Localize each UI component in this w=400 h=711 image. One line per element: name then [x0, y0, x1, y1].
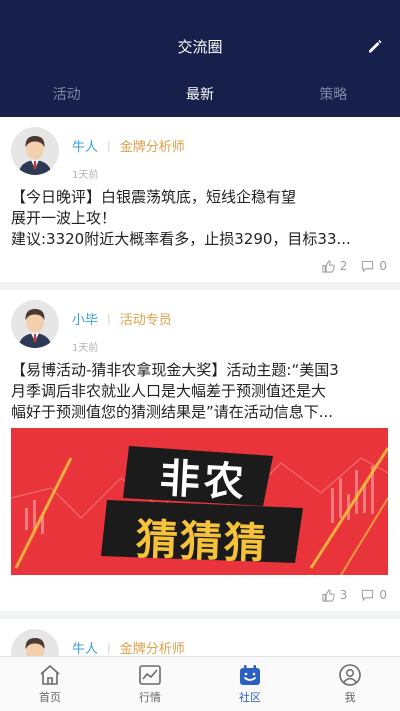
author-name[interactable]: 牛人 [72, 136, 98, 155]
post-text-line: 幅好于预测值您的猜测结果是”请在活动信息下... [11, 403, 334, 421]
promo-banner[interactable]: 非农 猜猜猜 [11, 428, 388, 575]
author-name[interactable]: 小毕 [72, 309, 98, 328]
nav-home[interactable]: 首页 [0, 657, 100, 711]
like-button[interactable]: 3 [322, 588, 348, 602]
comment-icon [362, 260, 374, 272]
post-header: 牛人 | 金牌分析师 1天前 [11, 125, 389, 187]
post-time: 1天前 [72, 343, 99, 354]
post-card[interactable]: 小毕 | 活动专员 1天前 【易博活动-猜非农拿现金大奖】活动主题:“美国3 月… [0, 290, 400, 619]
tab-strategy[interactable]: 策略 [267, 84, 400, 108]
post-card[interactable]: 牛人 | 金牌分析师 [0, 619, 400, 656]
tab-activity[interactable]: 活动 [0, 84, 133, 108]
comment-icon [362, 589, 374, 601]
tab-latest[interactable]: 最新 [133, 84, 266, 108]
nav-market[interactable]: 行情 [100, 657, 200, 711]
post-text-line: 建议:3320附近大概率看多，止损3290，目标33... [11, 230, 351, 248]
author-role: 金牌分析师 [119, 642, 185, 656]
post-text-line: 展开一波上攻！ [11, 209, 117, 227]
post-card[interactable]: 牛人 | 金牌分析师 1天前 【今日晚评】白银震荡筑底，短线企稳有望 展开一波上… [0, 117, 400, 290]
nav-label: 社区 [239, 690, 261, 704]
thumbs-up-icon [322, 588, 335, 602]
user-icon [339, 663, 361, 686]
post-text-line: 月季调后非农就业人口是大幅差于预测值还是大 [11, 382, 327, 400]
app-header: 交流圈 活动 最新 策略 [0, 0, 400, 117]
divider: | [107, 641, 111, 654]
home-icon [40, 664, 60, 685]
like-button[interactable]: 2 [322, 259, 348, 273]
comment-button[interactable]: 0 [361, 259, 387, 273]
nav-community[interactable]: 社区 [200, 657, 300, 711]
divider: | [107, 312, 111, 325]
post-text-line: 【今日晚评】白银震荡筑底，短线企稳有望 [11, 188, 297, 206]
nav-label: 行情 [139, 690, 161, 704]
avatar[interactable] [11, 629, 59, 656]
author-line: 小毕 | 活动专员 [72, 309, 172, 328]
tab-bar: 活动 最新 策略 [0, 84, 400, 108]
post-text-line: 【易博活动-猜非农拿现金大奖】活动主题:“美国3 [11, 361, 339, 379]
author-line: 牛人 | 金牌分析师 [72, 136, 185, 155]
author-role: 活动专员 [119, 313, 172, 328]
post-actions: 3 0 [11, 579, 389, 611]
author-role: 金牌分析师 [119, 140, 185, 155]
nav-label: 首页 [39, 690, 61, 704]
divider: | [107, 139, 111, 152]
comment-count: 0 [379, 588, 387, 602]
thumbs-up-icon [322, 259, 335, 273]
like-count: 3 [339, 588, 348, 602]
author-name[interactable]: 牛人 [72, 638, 98, 656]
nav-label: 我 [344, 690, 356, 704]
comment-button[interactable]: 0 [361, 588, 387, 602]
pencil-icon[interactable] [366, 37, 384, 55]
calendar-icon [240, 664, 260, 685]
author-line: 牛人 | 金牌分析师 [72, 638, 185, 656]
post-header: 小毕 | 活动专员 1天前 [11, 298, 389, 360]
post-time: 1天前 [72, 170, 99, 181]
post-content[interactable]: 【今日晚评】白银震荡筑底，短线企稳有望 展开一波上攻！ 建议:3320附近大概率… [11, 187, 389, 250]
nav-me[interactable]: 我 [300, 657, 400, 711]
comment-count: 0 [379, 259, 387, 273]
avatar[interactable] [11, 300, 59, 348]
bottom-nav: 首页 行情 社区 我 [0, 656, 400, 711]
post-actions: 2 0 [11, 250, 389, 282]
banner-subtitle: 猜猜猜 [135, 514, 269, 569]
avatar[interactable] [11, 127, 59, 175]
like-count: 2 [339, 259, 348, 273]
page-title: 交流圈 [177, 38, 223, 56]
post-feed[interactable]: 牛人 | 金牌分析师 1天前 【今日晚评】白银震荡筑底，短线企稳有望 展开一波上… [0, 117, 400, 656]
banner-title: 非农 [158, 455, 249, 507]
post-content[interactable]: 【易博活动-猜非农拿现金大奖】活动主题:“美国3 月季调后非农就业人口是大幅差于… [11, 360, 389, 423]
chart-icon [139, 664, 161, 685]
post-header: 牛人 | 金牌分析师 [11, 627, 389, 656]
